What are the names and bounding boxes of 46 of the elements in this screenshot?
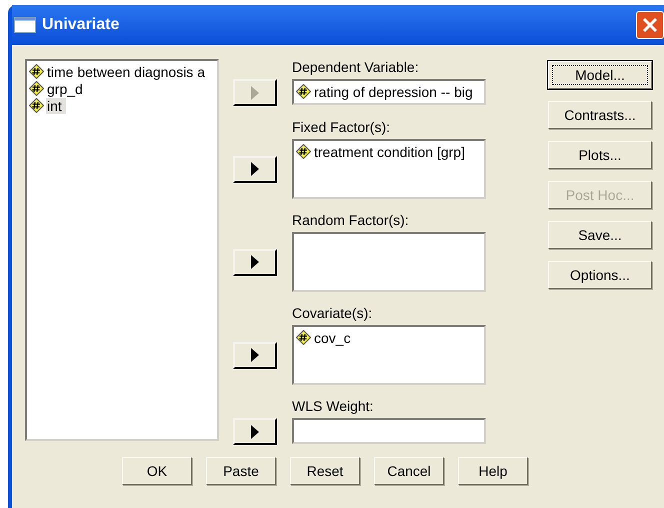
field-label: Dependent Variable: [292, 59, 420, 77]
variable-list[interactable]: time between diagnosis a grp_d int [25, 59, 219, 441]
scale-variable-icon [29, 64, 44, 79]
scale-variable-icon [296, 144, 311, 159]
window-icon [14, 17, 36, 33]
variable-field[interactable]: rating of depression -- big [292, 79, 486, 105]
arrow-right-icon [251, 255, 259, 269]
variable-item[interactable]: int [46, 98, 66, 114]
move-button[interactable] [233, 156, 277, 182]
field-label: Fixed Factor(s): [292, 119, 392, 137]
dialog-button[interactable]: Save... [548, 221, 652, 249]
dialog-button[interactable]: Model... [548, 61, 652, 89]
arrow-right-icon [251, 348, 259, 362]
window-title: Univariate [42, 16, 120, 34]
arrow-right-icon [251, 424, 259, 438]
move-button[interactable] [233, 418, 277, 445]
variable-item[interactable]: time between diagnosis a [46, 64, 209, 80]
scale-variable-icon [296, 84, 311, 99]
variable-item[interactable]: treatment condition [grp] [313, 144, 469, 160]
dialog-button[interactable]: Options... [548, 261, 652, 289]
variable-item[interactable]: cov_c [313, 330, 355, 346]
arrow-right-icon [251, 162, 259, 176]
dialog-button[interactable]: Reset [290, 457, 360, 485]
scale-variable-icon [29, 98, 44, 113]
close-icon [642, 17, 658, 33]
variable-list-field[interactable]: treatment condition [grp] [292, 139, 486, 199]
dialog-button[interactable]: OK [122, 457, 192, 485]
variable-field[interactable] [292, 418, 486, 444]
variable-item[interactable]: rating of depression -- big [313, 84, 477, 100]
scale-variable-icon [29, 81, 44, 96]
field-label: WLS Weight: [292, 398, 374, 416]
field-label: Covariate(s): [292, 305, 374, 323]
field-label: Random Factor(s): [292, 212, 410, 230]
variable-item[interactable]: grp_d [46, 80, 87, 96]
dialog-button[interactable]: Help [458, 457, 528, 485]
dialog-button[interactable]: Cancel [374, 457, 444, 485]
dialog-button[interactable]: Plots... [548, 141, 652, 169]
arrow-right-icon [251, 86, 259, 100]
dialog-button[interactable]: Contrasts... [548, 101, 652, 129]
close-button[interactable] [636, 11, 664, 39]
dialog-button[interactable]: Paste [206, 457, 276, 485]
scale-variable-icon [296, 330, 311, 345]
variable-list-field[interactable]: cov_c [292, 325, 486, 385]
move-button[interactable] [233, 342, 277, 368]
move-button[interactable] [233, 248, 277, 276]
variable-list-field[interactable] [292, 232, 486, 292]
